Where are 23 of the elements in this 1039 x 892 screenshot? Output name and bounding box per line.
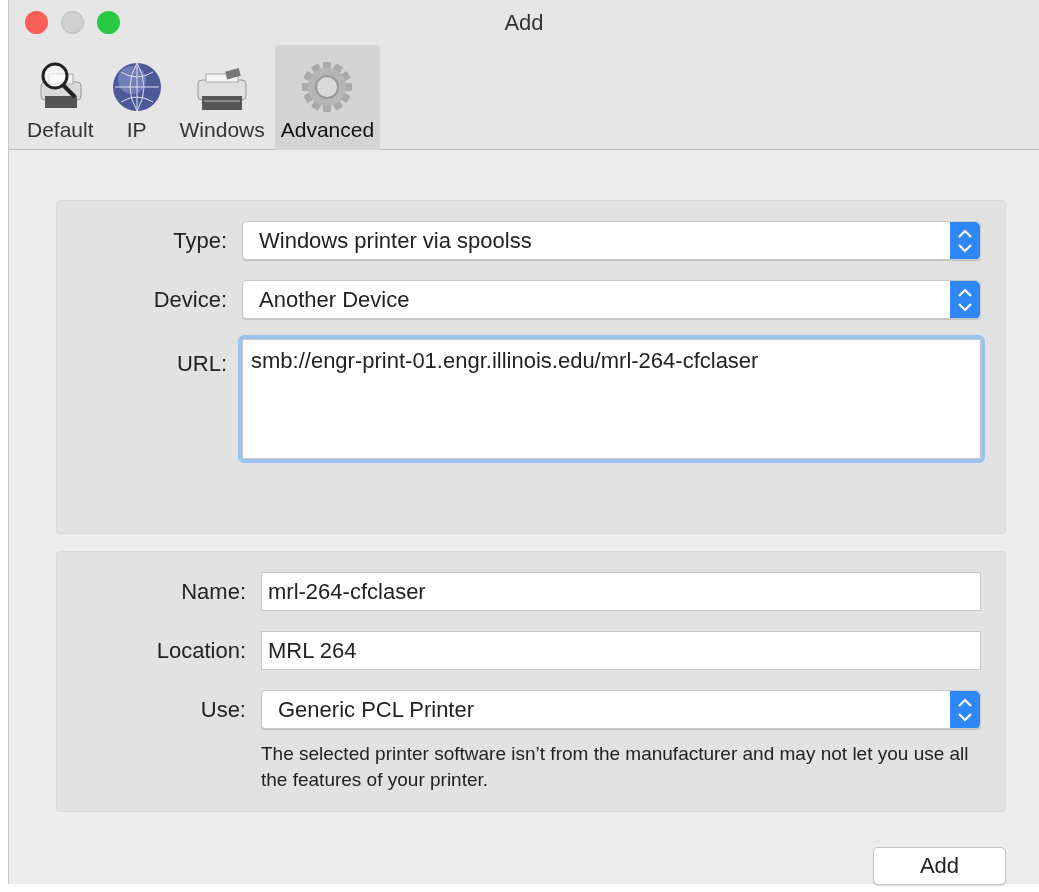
- window-title: Add: [504, 10, 544, 35]
- toolbar-tab[interactable]: Default: [21, 45, 100, 150]
- stepper-icon: [950, 281, 980, 318]
- field-label: Type:: [173, 227, 227, 254]
- note-text: The selected printer software isn’t from the manufacturer and may not let you use all the features of your printer.: [261, 742, 970, 792]
- toolbar-tab[interactable]: Advanced: [274, 45, 381, 150]
- dropdown[interactable]: Windows printer via spoolss: [242, 221, 981, 260]
- zoom-button[interactable]: [97, 11, 120, 34]
- text-field[interactable]: mrl-264-cfclaser: [261, 572, 981, 611]
- text-field[interactable]: MRL 264: [261, 631, 981, 670]
- field-label: Use:: [200, 696, 246, 723]
- field-label: Device:: [153, 286, 227, 313]
- dropdown[interactable]: Another Device: [242, 280, 981, 319]
- stepper-icon: [950, 691, 980, 728]
- toolbar-tab[interactable]: Windows: [173, 45, 271, 150]
- field-label: Name:: [181, 578, 246, 605]
- field-label: Location:: [156, 637, 246, 664]
- dropdown[interactable]: Generic PCL Printer: [261, 690, 981, 729]
- add-button[interactable]: Add: [873, 847, 1006, 885]
- stepper-icon: [950, 222, 980, 259]
- toolbar-tab[interactable]: IP: [103, 45, 170, 150]
- field-label: URL:: [176, 351, 227, 377]
- close-button[interactable]: [25, 11, 48, 34]
